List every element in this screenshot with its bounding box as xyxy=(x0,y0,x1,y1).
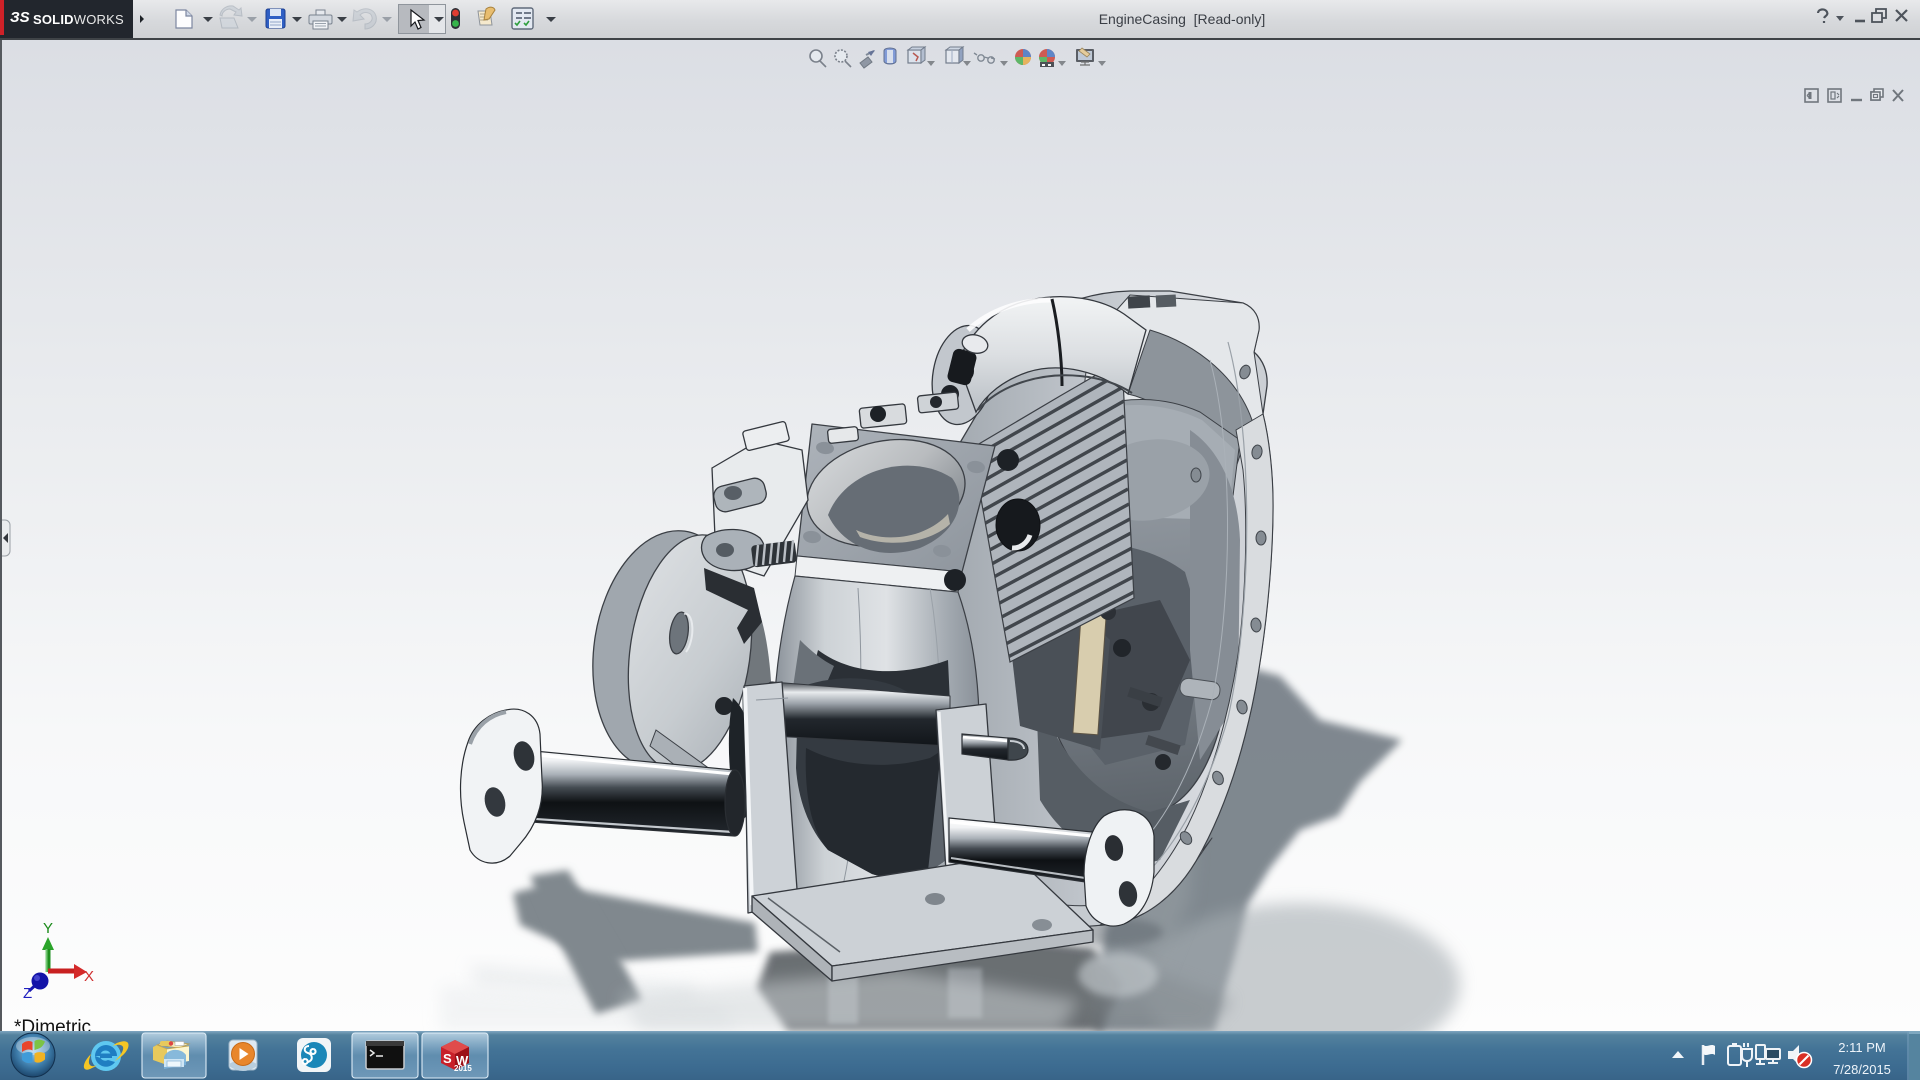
svg-text:2:11 PM: 2:11 PM xyxy=(1838,1040,1885,1055)
svg-text:Z: Z xyxy=(23,985,32,1002)
svg-text:X: X xyxy=(84,968,94,985)
svg-text:7/28/2015: 7/28/2015 xyxy=(1833,1062,1891,1077)
svg-text:S: S xyxy=(443,1051,452,1066)
svg-text:2015: 2015 xyxy=(454,1064,472,1073)
svg-text:Y: Y xyxy=(43,920,53,937)
